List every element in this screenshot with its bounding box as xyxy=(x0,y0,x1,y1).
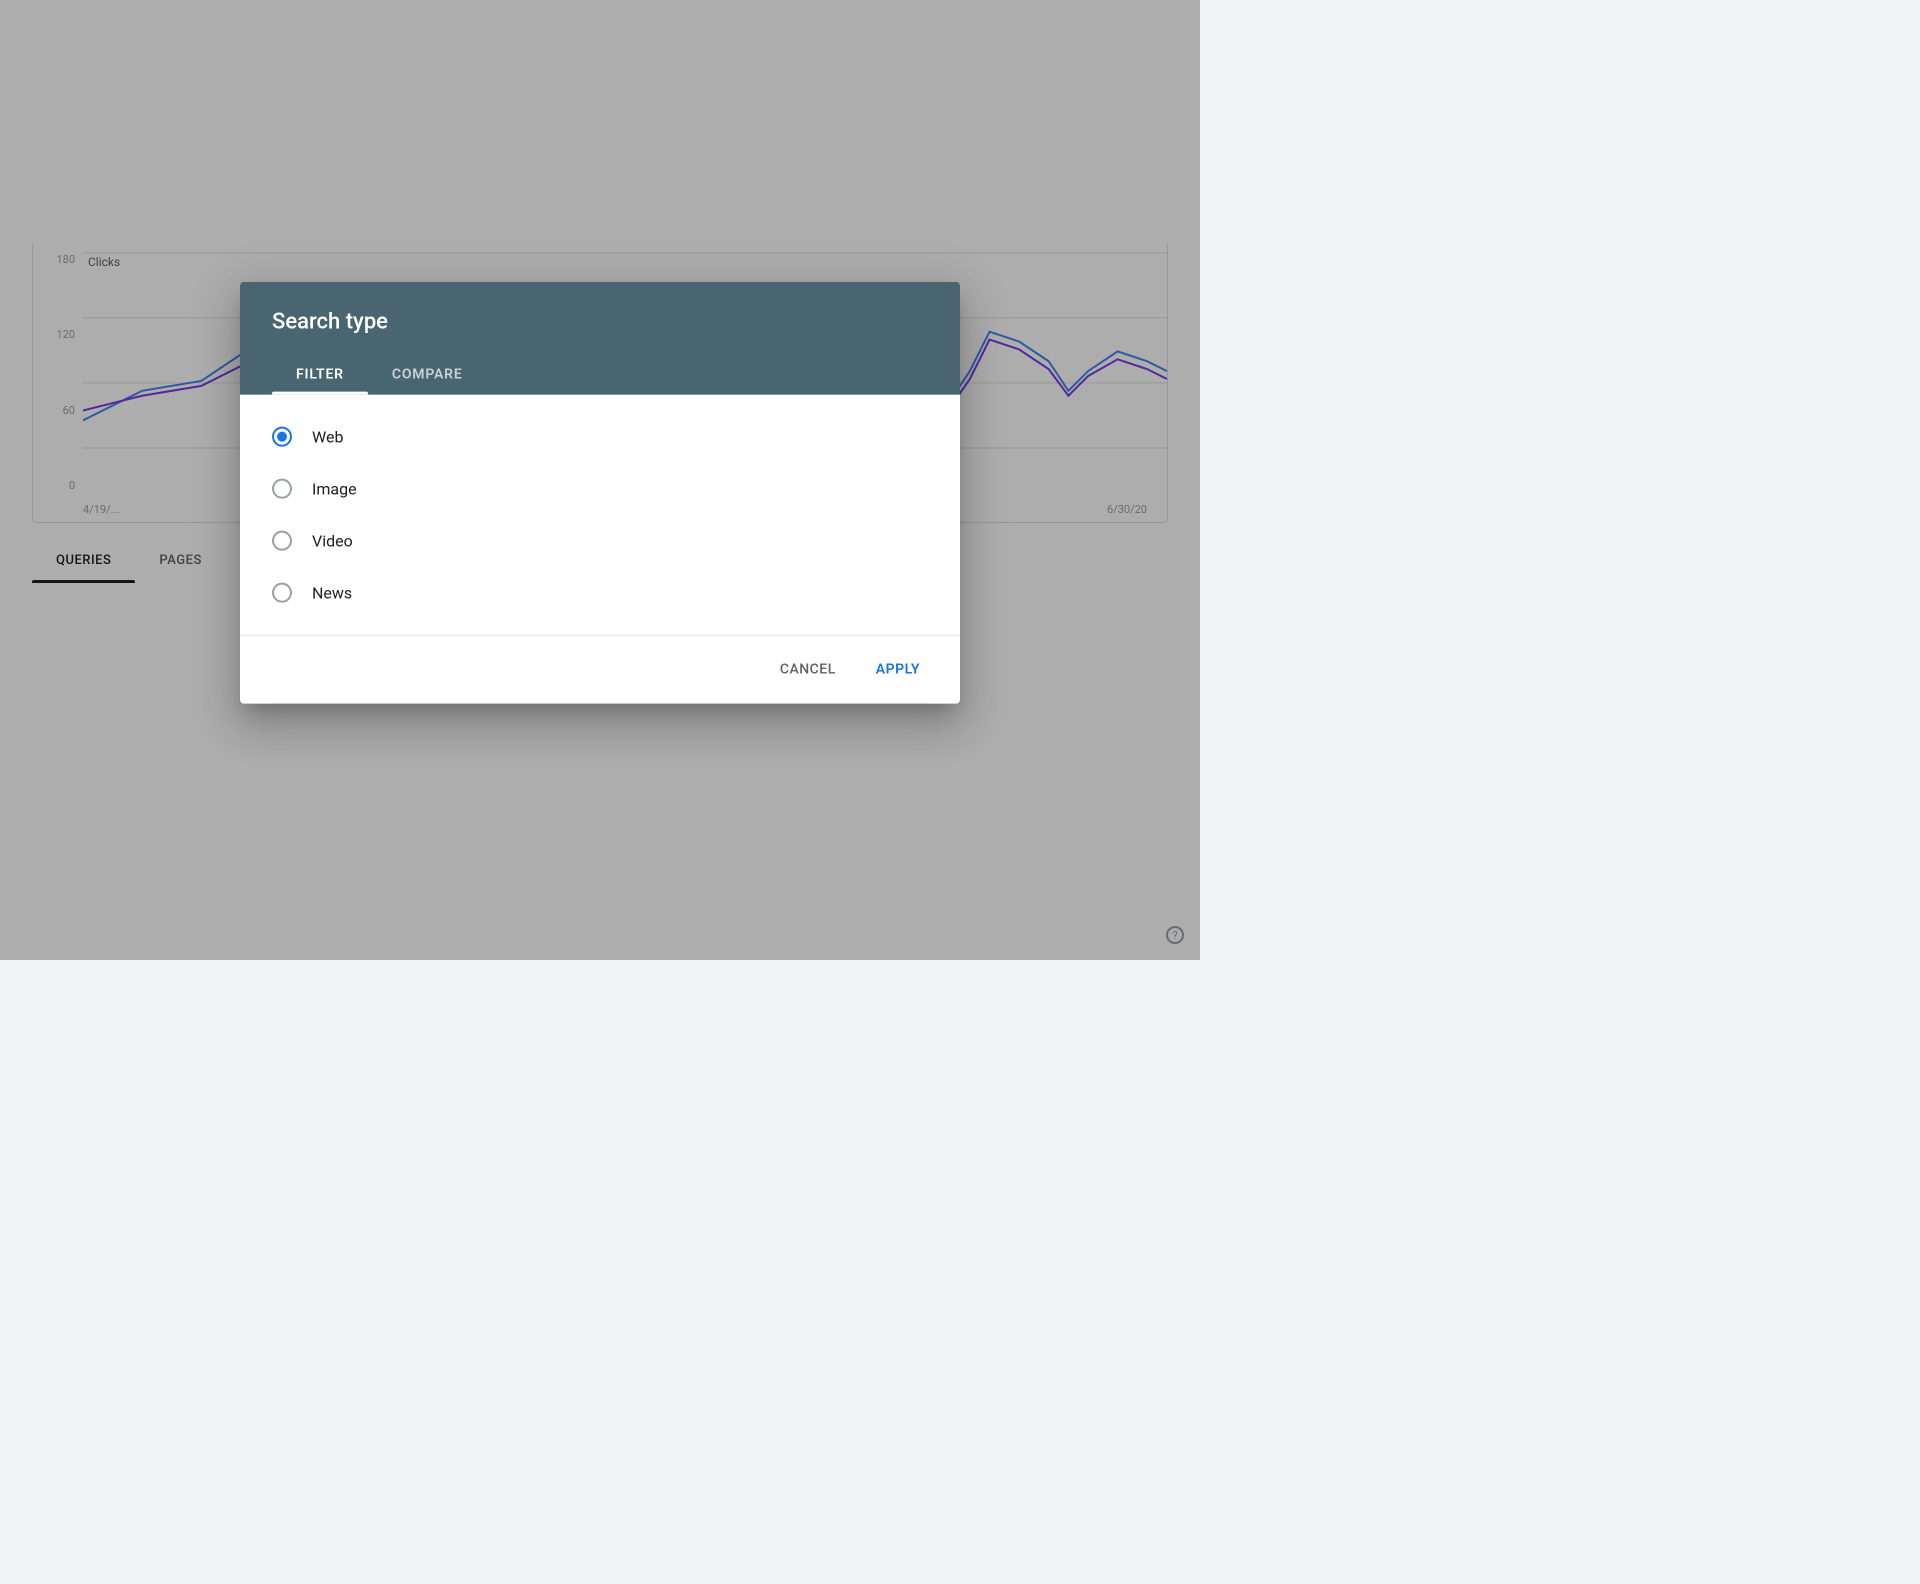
radio-option-video[interactable]: Video xyxy=(240,515,960,567)
dialog-tab-compare[interactable]: COMPARE xyxy=(368,355,487,395)
search-type-dialog: Search type FILTER COMPARE Web Image Vid… xyxy=(240,282,960,704)
radio-label-web: Web xyxy=(312,427,343,446)
radio-option-image[interactable]: Image xyxy=(240,463,960,515)
radio-image xyxy=(272,479,292,499)
dialog-tab-filter[interactable]: FILTER xyxy=(272,355,368,395)
radio-option-news[interactable]: News xyxy=(240,567,960,619)
radio-web xyxy=(272,427,292,447)
dialog-footer: CANCEL APPLY xyxy=(240,635,960,704)
apply-button[interactable]: APPLY xyxy=(860,652,936,688)
radio-label-video: Video xyxy=(312,531,353,550)
radio-video xyxy=(272,531,292,551)
dialog-header: Search type FILTER COMPARE xyxy=(240,282,960,395)
radio-label-news: News xyxy=(312,583,352,602)
cancel-button[interactable]: CANCEL xyxy=(764,652,852,688)
dialog-title: Search type xyxy=(272,310,928,335)
radio-label-image: Image xyxy=(312,479,357,498)
dialog-body: Web Image Video News xyxy=(240,395,960,635)
radio-news xyxy=(272,583,292,603)
dialog-tabs: FILTER COMPARE xyxy=(272,355,928,395)
radio-option-web[interactable]: Web xyxy=(240,411,960,463)
